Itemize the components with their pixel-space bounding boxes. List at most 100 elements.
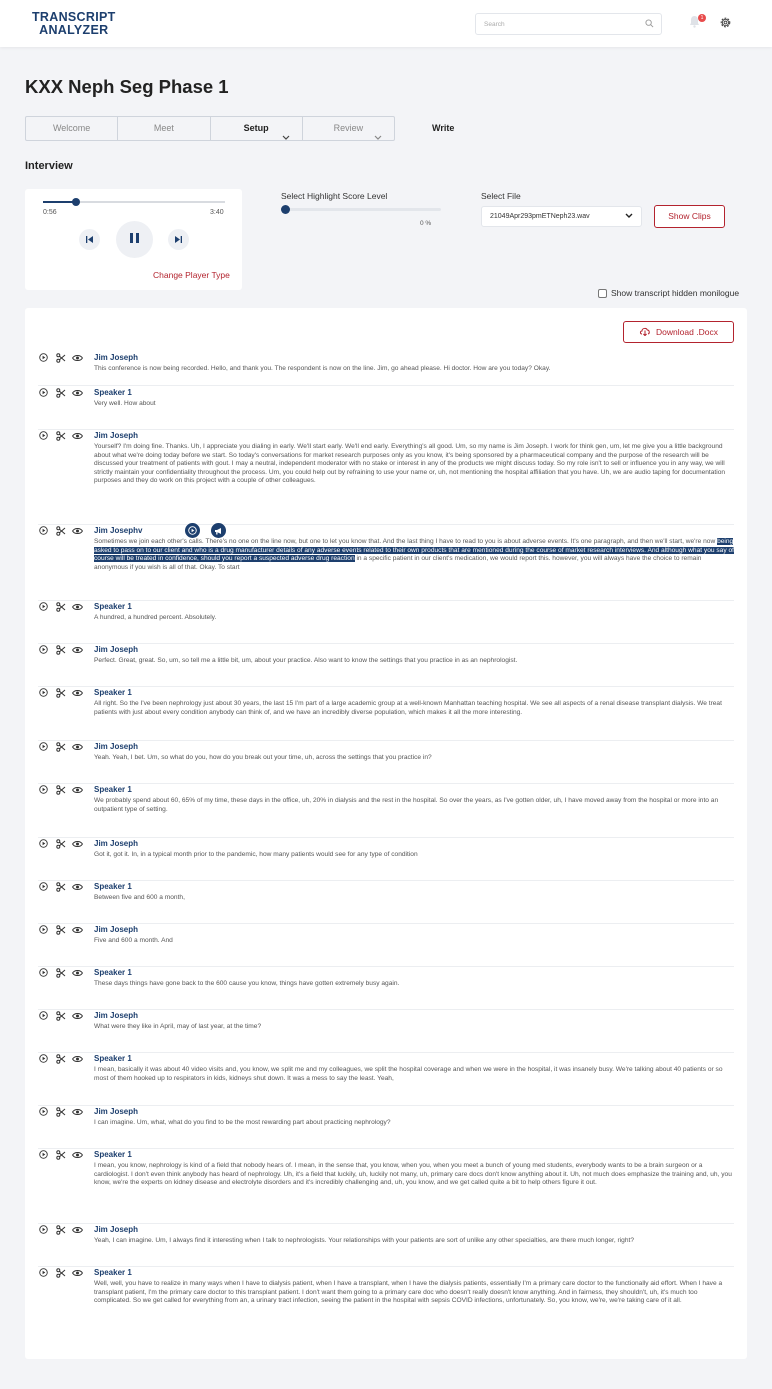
eye-icon[interactable]: [72, 1267, 83, 1278]
scissors-icon[interactable]: [55, 924, 66, 935]
scissors-icon[interactable]: [55, 1106, 66, 1117]
highlight-score-handle[interactable]: [281, 205, 290, 214]
play-icon[interactable]: [38, 1267, 49, 1278]
eye-icon[interactable]: [72, 838, 83, 849]
play-icon[interactable]: [38, 1224, 49, 1235]
entry-actions: [38, 525, 83, 536]
eye-icon[interactable]: [72, 1149, 83, 1160]
step-label: Setup: [243, 123, 269, 133]
scissors-icon[interactable]: [55, 741, 66, 752]
play-icon[interactable]: [38, 387, 49, 398]
skip-back-icon: [85, 231, 94, 249]
step-setup[interactable]: Setup: [211, 117, 303, 140]
play-icon[interactable]: [38, 1010, 49, 1021]
transcript-entry: Jim Joseph Perfect. Great, great. So, um,…: [38, 644, 734, 687]
eye-icon[interactable]: [72, 352, 83, 363]
play-icon[interactable]: [38, 644, 49, 655]
play-icon[interactable]: [38, 784, 49, 795]
scissors-icon[interactable]: [55, 687, 66, 698]
pause-button[interactable]: [116, 221, 153, 258]
scissors-icon[interactable]: [55, 387, 66, 398]
play-icon[interactable]: [38, 741, 49, 752]
scissors-icon[interactable]: [55, 644, 66, 655]
play-icon[interactable]: [38, 601, 49, 612]
scissors-icon[interactable]: [55, 967, 66, 978]
eye-icon[interactable]: [72, 525, 83, 536]
skip-forward-button[interactable]: [168, 229, 189, 250]
play-icon[interactable]: [38, 1053, 49, 1064]
eye-icon[interactable]: [72, 784, 83, 795]
transcript-body: What were they like in April, may of las…: [94, 1023, 734, 1032]
transcript-body: Sometimes we join each other's calls. Th…: [94, 538, 734, 572]
eye-icon[interactable]: [72, 924, 83, 935]
eye-icon[interactable]: [72, 967, 83, 978]
change-player-type-link[interactable]: Change Player Type: [153, 270, 230, 280]
scissors-icon[interactable]: [55, 881, 66, 892]
download-docx-button[interactable]: Download .Docx: [623, 321, 734, 343]
play-icon[interactable]: [38, 1149, 49, 1160]
highlight-score-slider[interactable]: [281, 205, 441, 214]
play-icon[interactable]: [38, 838, 49, 849]
workflow-stepper: Welcome Meet Setup Review: [25, 116, 395, 141]
entry-actions: [38, 967, 83, 978]
eye-icon[interactable]: [72, 430, 83, 441]
play-icon[interactable]: [38, 881, 49, 892]
play-icon[interactable]: [38, 1106, 49, 1117]
play-icon[interactable]: [38, 525, 49, 536]
scissors-icon[interactable]: [55, 352, 66, 363]
file-select[interactable]: 21049Apr293pmETNeph23.wav: [481, 206, 642, 227]
step-write[interactable]: Write: [432, 123, 454, 133]
audio-progress-handle[interactable]: [71, 198, 80, 206]
scissors-icon[interactable]: [55, 838, 66, 849]
scissors-icon[interactable]: [55, 430, 66, 441]
speaker-name: Jim Joseph: [94, 742, 139, 751]
play-icon[interactable]: [38, 967, 49, 978]
transcript-body: All right. So the I've been nephrology j…: [94, 700, 734, 717]
transcript-text: I mean, basically it was about 40 video …: [94, 1066, 723, 1082]
transcript-text: I mean, you know, nephrology is kind of …: [94, 1162, 732, 1187]
clip-play-button[interactable]: [185, 523, 200, 538]
eye-icon[interactable]: [72, 1053, 83, 1064]
scissors-icon[interactable]: [55, 784, 66, 795]
scissors-icon[interactable]: [55, 1224, 66, 1235]
clip-megaphone-button[interactable]: [211, 523, 226, 538]
entry-actions: [38, 881, 83, 892]
current-time: 0:56: [43, 209, 57, 216]
eye-icon[interactable]: [72, 881, 83, 892]
transcript-text: Yeah. Yeah, I bet. Um, so what do you, h…: [94, 754, 432, 761]
duration: 3:40: [210, 209, 224, 216]
play-icon[interactable]: [38, 924, 49, 935]
skip-back-button[interactable]: [79, 229, 100, 250]
scissors-icon[interactable]: [55, 1267, 66, 1278]
hidden-monologue-checkbox[interactable]: [598, 288, 607, 298]
step-meet[interactable]: Meet: [118, 117, 211, 140]
step-review[interactable]: Review: [303, 117, 394, 140]
play-icon[interactable]: [38, 352, 49, 363]
hidden-monologue-toggle[interactable]: Show transcript hidden monilogue: [598, 288, 739, 298]
eye-icon[interactable]: [72, 741, 83, 752]
show-clips-button[interactable]: Show Clips: [654, 205, 725, 228]
step-welcome[interactable]: Welcome: [26, 117, 119, 140]
transcript-body: I mean, basically it was about 40 video …: [94, 1066, 734, 1083]
eye-icon[interactable]: [72, 1010, 83, 1021]
gear-icon[interactable]: [719, 16, 732, 34]
eye-icon[interactable]: [72, 687, 83, 698]
eye-icon[interactable]: [72, 1106, 83, 1117]
scissors-icon[interactable]: [55, 525, 66, 536]
eye-icon[interactable]: [72, 601, 83, 612]
scissors-icon[interactable]: [55, 1010, 66, 1021]
app-logo[interactable]: TRANSCRIPT ANALYZER: [32, 11, 116, 36]
scissors-icon[interactable]: [55, 601, 66, 612]
play-icon[interactable]: [38, 430, 49, 441]
eye-icon[interactable]: [72, 644, 83, 655]
file-select-value: 21049Apr293pmETNeph23.wav: [490, 213, 590, 220]
eye-icon[interactable]: [72, 1224, 83, 1235]
audio-progress-bar[interactable]: [43, 198, 225, 206]
transcript-text: Perfect. Great, great. So, um, so tell m…: [94, 657, 518, 664]
play-icon[interactable]: [38, 687, 49, 698]
scissors-icon[interactable]: [55, 1149, 66, 1160]
transcript-entry: Speaker 1 I mean, basically it was about …: [38, 1053, 734, 1106]
scissors-icon[interactable]: [55, 1053, 66, 1064]
eye-icon[interactable]: [72, 387, 83, 398]
search-input[interactable]: Search: [475, 13, 662, 35]
